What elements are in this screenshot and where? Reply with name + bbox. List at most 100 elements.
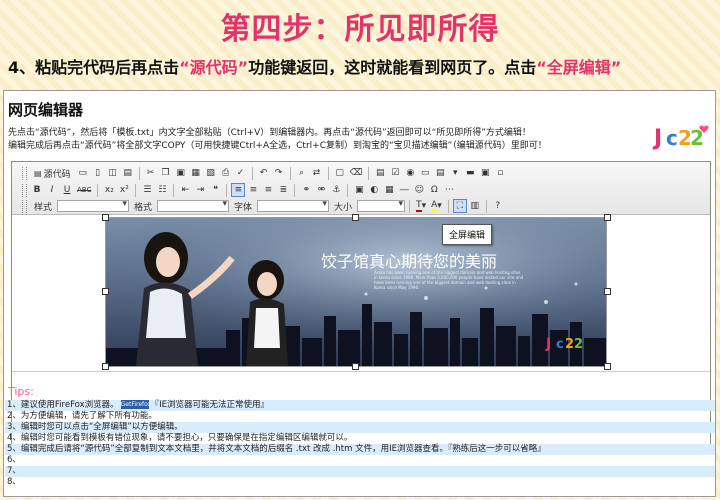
paste-text-icon[interactable]: ▦ [189,166,203,180]
undo-icon[interactable]: ↶ [257,166,271,180]
cut-icon[interactable]: ✂ [144,166,158,180]
banner-artwork: J c 2 2 [106,218,606,366]
save-icon[interactable]: ▭ [76,166,90,180]
new-page-icon[interactable]: ▯ [91,166,105,180]
horizontal-rule-icon[interactable]: ― [397,183,411,197]
toolbar-row-1: ▤ 源代码 ▭ ▯ ◫ ▤ ✂ ❐ ▣ ▦ ▧ ⎙ ✓ ↶ ↷ ⌕ ⇄ ▢ ⌫ … [22,165,507,181]
templates-icon[interactable]: ▤ [121,166,135,180]
align-justify-icon[interactable]: ≣ [276,183,290,197]
outdent-icon[interactable]: ⇤ [178,183,192,197]
redo-icon[interactable]: ↷ [272,166,286,180]
size-label: 大小 [334,202,353,213]
firefox-badge[interactable]: GetFirefox [120,400,151,409]
panel-description: 先点击“源代码”，然后将「模板.txt」内文字全部粘贴（Ctrl+V）到编辑器内… [8,127,547,153]
instruction-highlight-fullscreen: “全屏编辑” [536,58,622,77]
remove-format-icon[interactable]: ⌫ [348,166,365,180]
fullscreen-button[interactable]: ⛶ [452,199,467,213]
show-blocks-icon[interactable]: ▥ [468,199,482,213]
paste-icon[interactable]: ▣ [174,166,188,180]
spellcheck-icon[interactable]: ✓ [234,166,248,180]
text-color-icon: T [416,200,422,212]
tip-item: 7、 [5,466,715,477]
instruction-part2: 功能键返回，这时就能看到网页了。点击 [248,58,537,77]
svg-text:c: c [556,337,564,352]
toolbar-separator [97,183,99,197]
image-button-icon[interactable]: ▣ [478,166,492,180]
link-icon[interactable]: ⚭ [299,183,313,197]
resize-handle[interactable] [604,363,611,370]
tip-item: 2、为方便编辑，请先了解下所有功能。 [5,411,715,422]
copy-icon[interactable]: ❐ [159,166,173,180]
toolbar-row-3: 样式 格式 字体 大小 T▾ A▾ ⛶ ▥ ? [22,198,505,214]
textarea-icon[interactable]: ▤ [433,166,447,180]
source-button[interactable]: ▤ 源代码 [30,166,75,180]
tip-text: 2、为方便编辑，请先了解下所有功能。 [7,411,157,421]
preview-icon[interactable]: ◫ [106,166,120,180]
desc-line-2: 编辑完成后再点击“源代码”将全部文字COPY（可用快捷键Ctrl+A全选，Ctr… [8,141,547,151]
numbered-list-icon[interactable]: ☰ [140,183,154,197]
format-select[interactable] [157,199,230,212]
resize-handle[interactable] [352,214,359,221]
tip-item: 3、编辑时您可以点击“全屏编辑”以方便编辑。 [5,422,715,433]
bulleted-list-icon[interactable]: ☷ [155,183,169,197]
font-select[interactable] [257,199,330,212]
brand-logo: J c 2 2 [652,125,709,151]
banner-title: 饺子馆真心期待您的美丽 [321,252,498,271]
size-select[interactable] [357,199,406,212]
help-button[interactable]: ? [491,199,505,213]
unlink-icon[interactable]: ⚮ [314,183,328,197]
button-field-icon[interactable]: ▬ [463,166,477,180]
align-center-icon[interactable]: ≡ [246,183,260,197]
underline-button[interactable]: U [60,183,74,197]
tip-text: 5、编辑完成后请将“源代码”全部复制到文本文档里，并将文本文档的后缀名 .txt… [7,444,546,454]
replace-icon[interactable]: ⇄ [310,166,324,180]
find-icon[interactable]: ⌕ [295,166,309,180]
banner-logo: J c 2 2 [545,336,583,352]
resize-handle[interactable] [102,363,109,370]
blockquote-icon[interactable]: ❝ [208,183,222,197]
italic-button[interactable]: I [45,183,59,197]
align-left-icon[interactable]: ≡ [231,183,246,197]
special-char-icon[interactable]: Ω [427,183,441,197]
bg-color-button[interactable]: A ▾ [429,199,444,213]
instruction-part1: 4、粘贴完代码后再点击 [8,58,180,77]
resize-handle[interactable] [102,288,109,295]
print-icon[interactable]: ⎙ [219,166,233,180]
style-select[interactable] [57,199,130,212]
checkbox-icon[interactable]: ☑ [388,166,402,180]
subscript-button[interactable]: x₂ [102,183,116,197]
text-color-button[interactable]: T ▾ [414,199,428,213]
select-field-icon[interactable]: ▾ [448,166,462,180]
resize-handle[interactable] [604,288,611,295]
align-right-icon[interactable]: ≡ [261,183,275,197]
select-all-icon[interactable]: ▢ [333,166,347,180]
bold-button[interactable]: B [30,183,44,197]
table-icon[interactable]: ▦ [382,183,396,197]
resize-handle[interactable] [604,214,611,221]
form-icon[interactable]: ▤ [373,166,387,180]
toolbar-separator [347,183,349,197]
indent-icon[interactable]: ⇥ [193,183,207,197]
tip-text: 7、 [7,466,21,476]
hidden-field-icon[interactable]: ▫ [493,166,507,180]
anchor-icon[interactable]: ⚓ [329,183,343,197]
style-label: 样式 [34,202,53,213]
resize-handle[interactable] [352,363,359,370]
resize-handle[interactable] [102,214,109,221]
instruction-text: 4、粘贴完代码后再点击“源代码”功能键返回，这时就能看到网页了。点击“全屏编辑” [8,54,720,78]
page-break-icon[interactable]: ⋯ [442,183,456,197]
toolbar-separator [409,199,411,213]
strike-button[interactable]: ABC [75,183,93,197]
radio-icon[interactable]: ◉ [403,166,417,180]
smiley-icon[interactable]: ☺ [412,183,426,197]
tip-text: 8、 [7,477,21,487]
image-icon[interactable]: ▣ [352,183,366,197]
paste-word-icon[interactable]: ▧ [204,166,218,180]
banner-image[interactable]: J c 2 2 饺子馆真心期待您的美丽 Aside has been runni… [105,217,607,367]
flash-icon[interactable]: ◐ [367,183,381,197]
banner-small-text: Aside has been running one of the bigges… [374,270,524,290]
tip-text: 4、编辑时您可能看到模板有错位现象，请不要担心，只要确保是在指定编辑区编辑就可以… [7,433,353,443]
superscript-button[interactable]: x² [117,183,131,197]
textfield-icon[interactable]: ▭ [418,166,432,180]
tip-text-suffix: 『IE浏览器可能无法正常使用』 [150,400,270,410]
